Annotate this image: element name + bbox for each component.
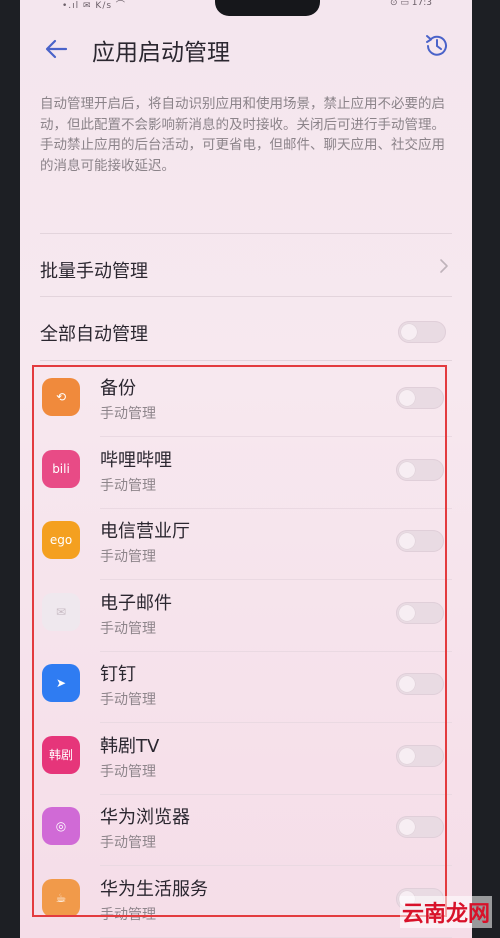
divider (100, 936, 452, 938)
highlight-box (32, 365, 447, 917)
all-auto-label: 全部自动管理 (40, 324, 148, 345)
watermark: 云南龙网 (399, 896, 492, 928)
page-title: 应用启动管理 (92, 40, 230, 66)
chevron-right-icon (440, 259, 448, 273)
divider (40, 296, 452, 297)
back-arrow-icon[interactable] (42, 34, 72, 64)
all-auto-toggle[interactable] (398, 321, 446, 343)
description-text: 自动管理开启后，将自动识别应用和使用场景，禁止应用不必要的启动，但此配置不会影响… (40, 94, 452, 176)
batch-manual-label[interactable]: 批量手动管理 (40, 257, 148, 283)
divider (40, 233, 452, 234)
phone-screen: •.ıl ✉ K/s ⌒ ⊙ ▭ 17:3 应用启动管理 自动管理开启后，将自动… (20, 0, 472, 938)
app-bar: 应用启动管理 (20, 0, 472, 85)
history-icon[interactable] (422, 31, 452, 61)
divider (40, 360, 452, 361)
description-paragraph-1: 自动管理开启后，将自动识别应用和使用场景，禁止应用不必要的启动，但此配置不会影响… (40, 96, 445, 133)
description-paragraph-2: 手动禁止应用的后台活动，可更省电，但邮件、聊天应用、社交应用的消息可能接收延迟。 (40, 137, 445, 174)
